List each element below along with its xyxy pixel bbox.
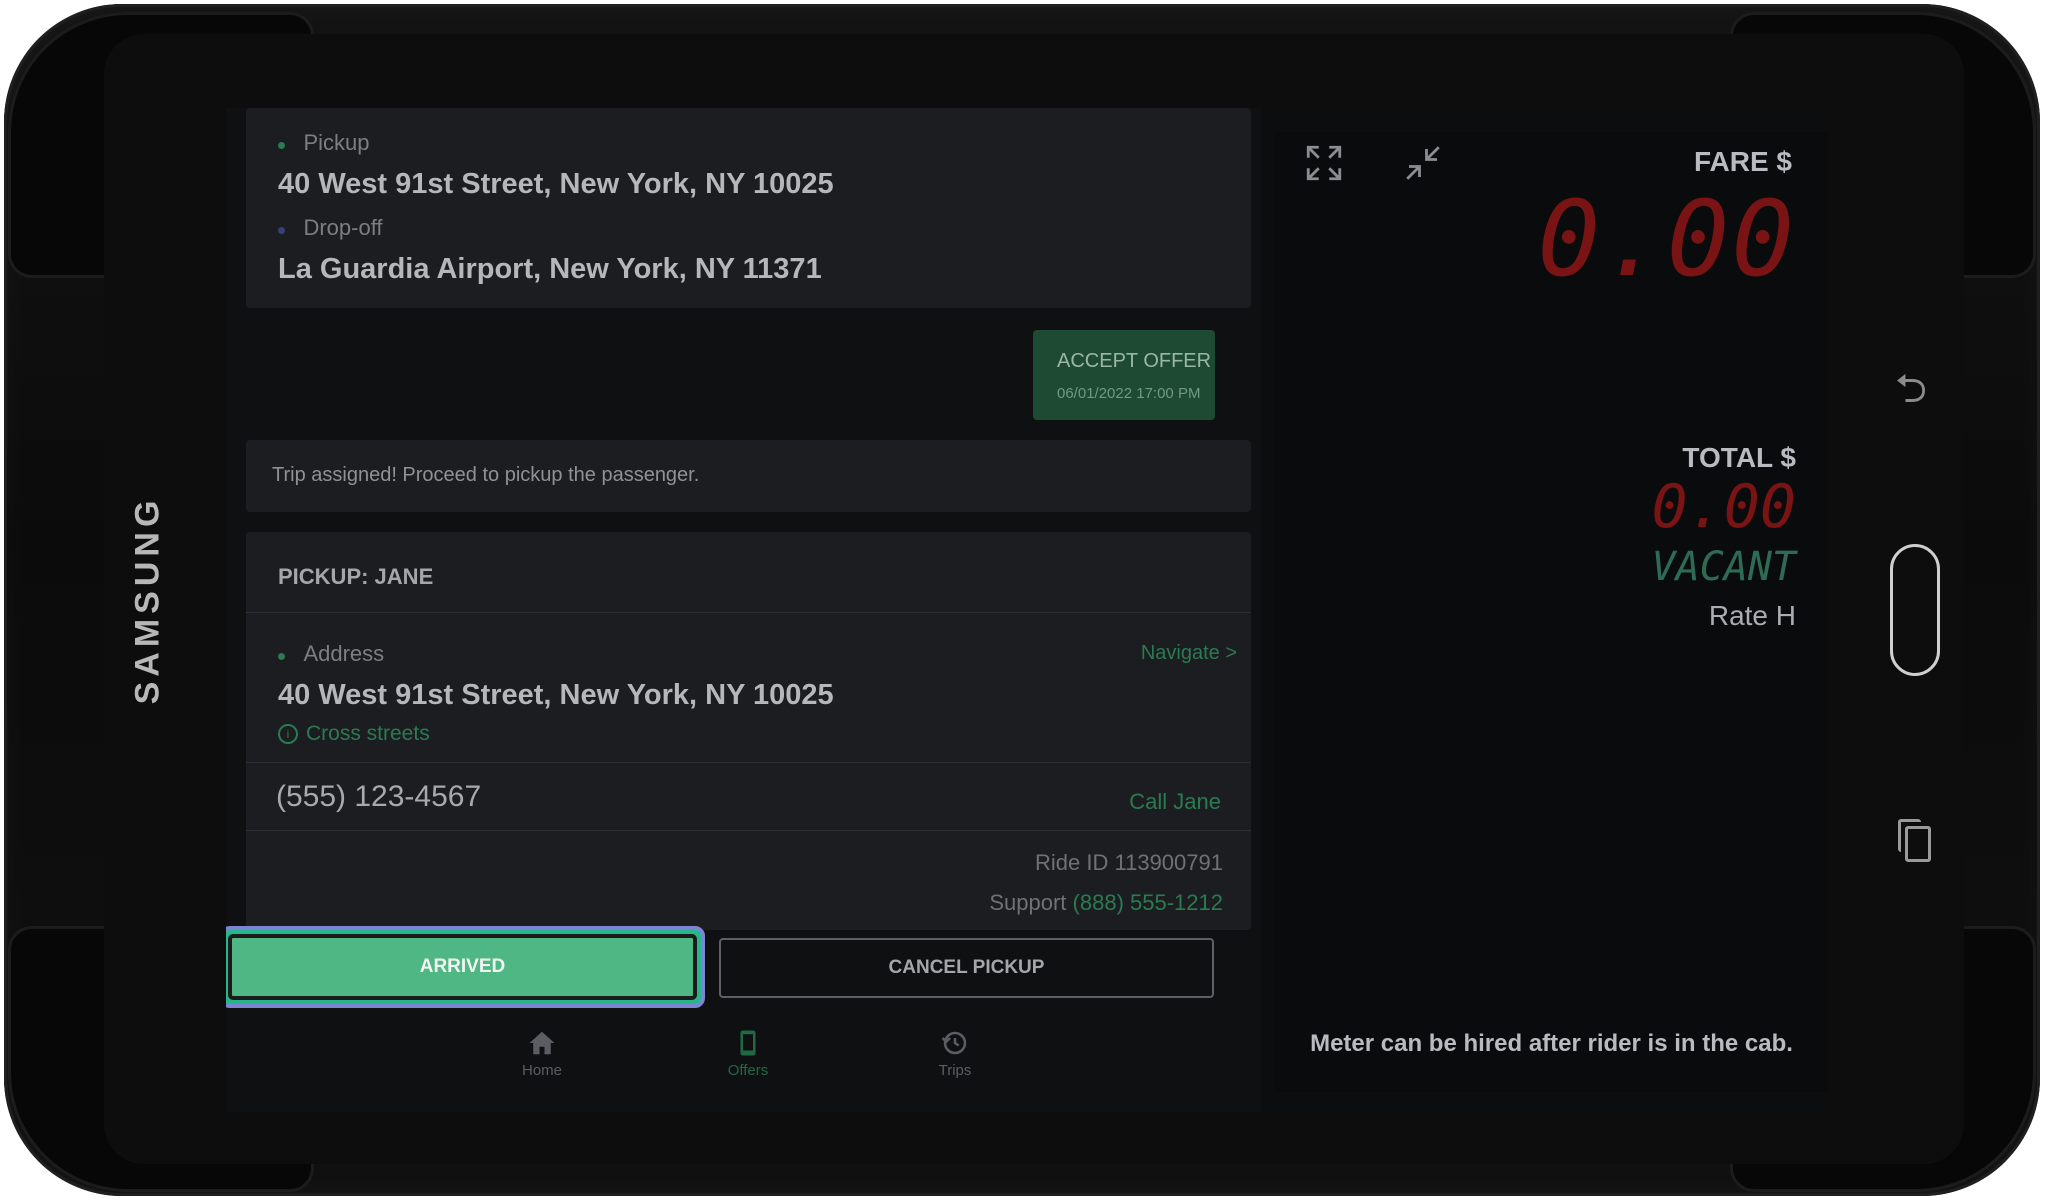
status-message: Trip assigned! Proceed to pickup the pas… — [272, 464, 700, 486]
divider — [246, 762, 1251, 763]
arrived-button-highlight[interactable]: ARRIVED — [226, 926, 705, 1008]
call-rider-link[interactable]: Call Jane — [1129, 789, 1221, 815]
address-dot-icon — [278, 653, 285, 661]
status-message-card: Trip assigned! Proceed to pickup the pas… — [246, 440, 1251, 512]
accept-offer-timestamp: 06/01/2022 17:00 PM — [1057, 385, 1201, 402]
meter-note: Meter can be hired after rider is in the… — [1310, 1030, 1793, 1057]
home-icon — [529, 1031, 555, 1055]
address-label: Address — [303, 641, 385, 666]
fare-value: 0.00 — [1537, 178, 1796, 300]
rate-indicator: Rate H — [1708, 600, 1796, 631]
expand-icon[interactable] — [1303, 142, 1345, 184]
pickup-address: 40 West 91st Street, New York, NY 10025 — [278, 168, 834, 200]
cancel-pickup-button[interactable]: CANCEL PICKUP — [719, 938, 1214, 998]
support-label: Support — [989, 890, 1067, 915]
collapse-icon[interactable] — [1402, 142, 1444, 184]
home-hardware-button[interactable] — [1890, 544, 1940, 676]
dropoff-address: La Guardia Airport, New York, NY 11371 — [278, 253, 822, 285]
cross-streets-link[interactable]: i Cross streets — [278, 722, 430, 746]
ride-id: Ride ID 113900791 — [1035, 850, 1223, 875]
app-screen: Pickup 40 West 91st Street, New York, NY… — [226, 108, 1828, 1112]
brand-logo: SAMSUNG — [128, 495, 167, 705]
support-phone-link[interactable]: (888) 555-1212 — [1073, 890, 1223, 915]
recent-apps-key-icon[interactable] — [1898, 819, 1931, 862]
phone-icon — [740, 1030, 756, 1056]
meter-panel: FARE $ 0.00 TOTAL $ 0.00 VACANT Rate H M… — [1275, 132, 1828, 1092]
nav-trips[interactable]: Trips — [915, 1028, 995, 1079]
divider — [246, 830, 1251, 831]
history-icon — [941, 1031, 967, 1055]
divider — [246, 612, 1251, 613]
pickup-dot-icon — [278, 142, 285, 150]
pickup-card-address: 40 West 91st Street, New York, NY 10025 — [278, 679, 834, 711]
total-label: TOTAL $ — [1682, 442, 1796, 473]
route-card: Pickup 40 West 91st Street, New York, NY… — [246, 108, 1251, 308]
pickup-label: Pickup — [303, 130, 370, 155]
support-line: Support (888) 555-1212 — [989, 890, 1223, 916]
pickup-details-card: PICKUP: JANE Address Navigate > 40 West … — [246, 532, 1251, 930]
cross-streets-label: Cross streets — [306, 722, 430, 745]
dropoff-label: Drop-off — [303, 215, 383, 240]
arrived-button[interactable]: ARRIVED — [228, 934, 697, 1000]
rider-phone: (555) 123-4567 — [276, 780, 482, 813]
nav-offers[interactable]: Offers — [708, 1028, 788, 1079]
navigate-link[interactable]: Navigate > — [1141, 642, 1237, 665]
back-key-icon[interactable]: ⮌ — [1895, 360, 1927, 428]
fare-label: FARE $ — [1693, 146, 1792, 177]
nav-home[interactable]: Home — [502, 1028, 582, 1079]
trip-panel: Pickup 40 West 91st Street, New York, NY… — [226, 108, 1261, 1112]
accept-offer-label: ACCEPT OFFER — [1057, 350, 1212, 372]
meter-status: VACANT — [1651, 544, 1797, 590]
accept-offer-message: ACCEPT OFFER 06/01/2022 17:00 PM — [1033, 330, 1215, 420]
dropoff-dot-icon — [278, 227, 285, 235]
pickup-title: PICKUP: JANE — [278, 564, 434, 589]
info-icon: i — [278, 724, 298, 745]
nav-trips-label: Trips — [938, 1062, 972, 1079]
nav-offers-label: Offers — [727, 1062, 769, 1079]
nav-home-label: Home — [521, 1062, 562, 1079]
total-value: 0.00 — [1651, 472, 1797, 542]
